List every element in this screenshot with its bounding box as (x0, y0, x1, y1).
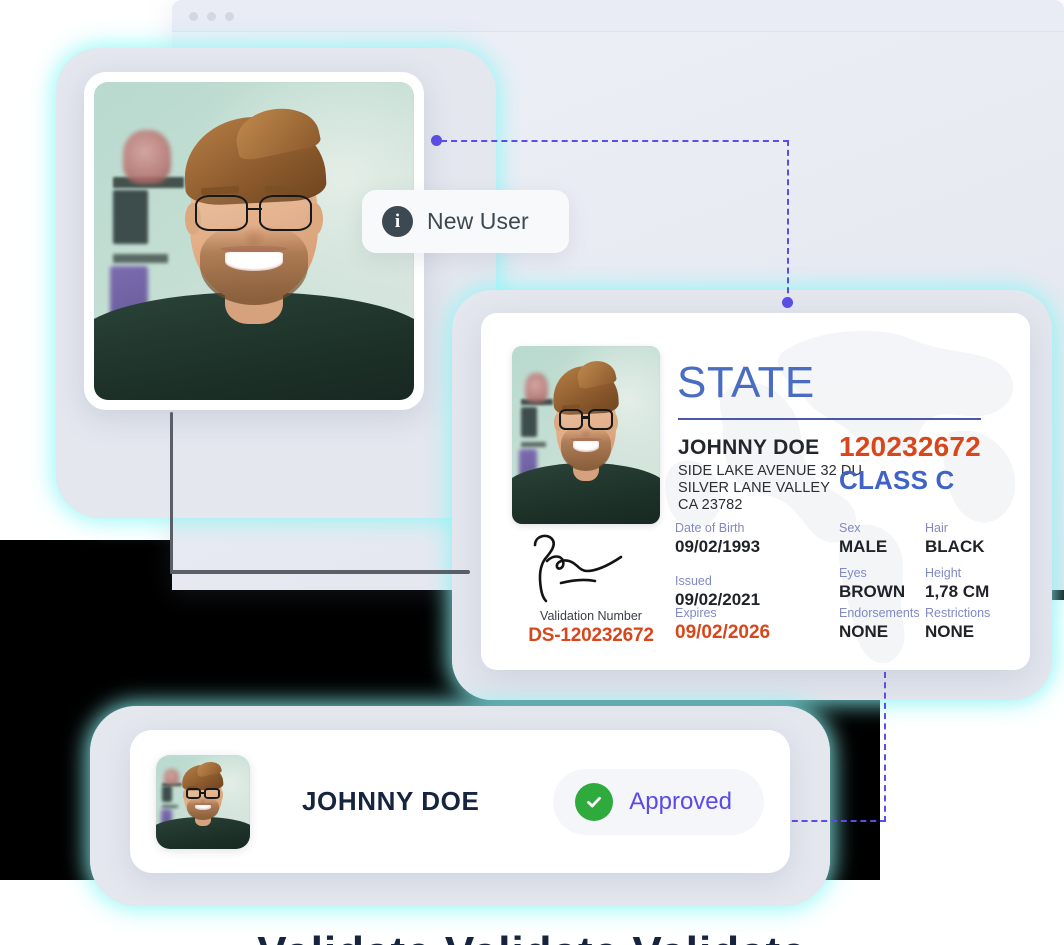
approval-card: JOHNNY DOE Approved (130, 730, 790, 873)
field-label: Date of Birth (675, 521, 745, 535)
field-value: MALE (839, 536, 888, 556)
field-value: NONE (925, 621, 975, 641)
field-sex: Sex MALE (839, 521, 888, 556)
new-user-badge[interactable]: i New User (362, 190, 569, 253)
status-badge[interactable]: Approved (553, 768, 764, 835)
dashed-connector-bottom-vertical (884, 672, 886, 822)
field-label: Issued (675, 574, 712, 588)
license-holder-name: JOHNNY DOE (678, 436, 820, 459)
field-eyes: Eyes BROWN (839, 566, 906, 601)
approval-user-name: JOHNNY DOE (302, 786, 480, 816)
field-hair: Hair BLACK (925, 521, 985, 556)
field-height: Height 1,78 CM (925, 566, 990, 601)
field-label: Height (925, 566, 962, 580)
status-label: Approved (629, 787, 732, 815)
field-label: Sex (839, 521, 861, 535)
dashed-connector-bottom-horizontal (782, 820, 886, 822)
license-number: 120232672 (839, 431, 981, 462)
field-value: NONE (839, 621, 889, 641)
field-label: Eyes (839, 566, 867, 580)
close-dot-icon[interactable] (189, 12, 198, 21)
validation-number-label: Validation Number (540, 609, 642, 623)
field-endorsements: Endorsements NONE (839, 606, 920, 641)
field-value: 09/02/2026 (675, 621, 771, 643)
check-circle-icon (575, 782, 614, 821)
field-label: Hair (925, 521, 948, 535)
footer-cut-text: Validate Validate Validate (0, 931, 1064, 945)
minimize-dot-icon[interactable] (207, 12, 216, 21)
signature-image (533, 534, 623, 603)
portrait-illustration-small (512, 346, 660, 524)
portrait-illustration-avatar (156, 754, 250, 849)
validation-number-value: DS-120232672 (528, 625, 654, 646)
dashed-connector-top-horizontal (441, 140, 789, 142)
license-holder-address: SIDE LAKE AVENUE 32 DU SILVER LANE VALLE… (678, 463, 863, 514)
gray-connector-horizontal (170, 570, 470, 574)
field-date-of-birth: Date of Birth 09/02/1993 (675, 521, 761, 556)
connector-node-start (431, 135, 442, 146)
field-value: BROWN (839, 581, 906, 601)
field-expires: Expires 09/02/2026 (675, 606, 771, 644)
field-label: Expires (675, 606, 717, 620)
id-card-photo (512, 346, 660, 524)
traffic-lights (189, 12, 234, 21)
field-value: 09/02/1993 (675, 536, 761, 556)
field-issued: Issued 09/02/2021 (675, 574, 760, 609)
new-user-label: New User (427, 208, 529, 234)
field-restrictions: Restrictions NONE (925, 606, 991, 641)
state-title: STATE (677, 358, 815, 407)
maximize-dot-icon[interactable] (225, 12, 234, 21)
field-label: Restrictions (925, 606, 991, 620)
screenshot-root: i New User STATE JOHNNY DOE SIDE LAKE AV… (0, 0, 1064, 945)
connector-node-end (782, 297, 793, 308)
gray-connector-vertical (170, 412, 173, 574)
field-value: BLACK (925, 536, 985, 556)
info-icon: i (382, 206, 413, 237)
browser-titlebar (172, 0, 1064, 32)
drivers-license-card: STATE JOHNNY DOE SIDE LAKE AVENUE 32 DU … (481, 313, 1030, 670)
dashed-connector-top-vertical (787, 140, 789, 303)
field-label: Endorsements (839, 606, 920, 620)
field-value: 1,78 CM (925, 581, 990, 601)
license-class: CLASS C (839, 465, 955, 495)
avatar (156, 754, 250, 849)
state-underline (678, 418, 981, 420)
